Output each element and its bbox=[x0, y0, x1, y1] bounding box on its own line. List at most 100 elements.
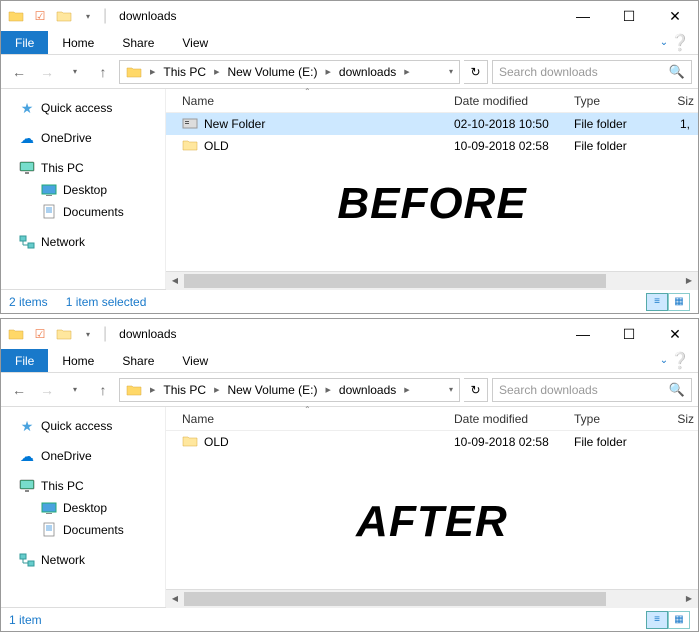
sidebar-item-desktop[interactable]: Desktop bbox=[1, 179, 165, 201]
column-header-size[interactable]: Siz bbox=[656, 412, 698, 426]
chevron-right-icon[interactable]: ▶ bbox=[210, 386, 223, 394]
file-row[interactable]: OLD 10-09-2018 02:58 File folder bbox=[166, 431, 698, 453]
back-button[interactable]: ← bbox=[7, 378, 31, 402]
sidebar-item-this-pc[interactable]: This PC bbox=[1, 475, 165, 497]
ribbon-tab-view[interactable]: View bbox=[168, 349, 222, 372]
sidebar-item-network[interactable]: Network bbox=[1, 231, 165, 253]
folder-icon bbox=[122, 61, 146, 83]
column-header-size[interactable]: Siz bbox=[656, 94, 698, 108]
breadcrumb-segment[interactable]: New Volume (E:) bbox=[223, 61, 321, 83]
breadcrumb[interactable]: ▶This PC ▶New Volume (E:) ▶downloads ▶▾ bbox=[119, 60, 460, 84]
horizontal-scrollbar[interactable]: ◀ ▶ bbox=[166, 271, 698, 289]
scroll-right-button[interactable]: ▶ bbox=[680, 272, 698, 290]
window-controls: — ☐ ✕ bbox=[560, 319, 698, 349]
ribbon-tab-share[interactable]: Share bbox=[108, 349, 168, 372]
chevron-right-icon[interactable]: ▶ bbox=[146, 386, 159, 394]
chevron-right-icon[interactable]: ▶ bbox=[400, 386, 413, 394]
titlebar: ☑ ▾ | downloads — ☐ ✕ bbox=[1, 319, 698, 349]
up-button[interactable]: ↑ bbox=[91, 378, 115, 402]
scroll-thumb[interactable] bbox=[184, 592, 606, 606]
ribbon-help[interactable]: ⌄ ❔ bbox=[652, 349, 698, 372]
file-row[interactable]: OLD 10-09-2018 02:58 File folder bbox=[166, 135, 698, 157]
folder-icon bbox=[122, 379, 146, 401]
breadcrumb-dropdown-icon[interactable]: ▾ bbox=[445, 385, 457, 394]
qat-properties-icon[interactable]: ☑ bbox=[29, 5, 51, 27]
recent-dropdown[interactable]: ▾ bbox=[63, 60, 87, 84]
sidebar-item-onedrive[interactable]: ☁ OneDrive bbox=[1, 127, 165, 149]
maximize-button[interactable]: ☐ bbox=[606, 319, 652, 349]
qat-properties-icon[interactable]: ☑ bbox=[29, 323, 51, 345]
details-view-button[interactable]: ≡ bbox=[646, 611, 668, 629]
file-name-cell: New Folder bbox=[166, 116, 446, 133]
sidebar-item-onedrive[interactable]: ☁ OneDrive bbox=[1, 445, 165, 467]
up-button[interactable]: ↑ bbox=[91, 60, 115, 84]
back-button[interactable]: ← bbox=[7, 60, 31, 84]
breadcrumb-dropdown-icon[interactable]: ▾ bbox=[445, 67, 457, 76]
sidebar-item-this-pc[interactable]: This PC bbox=[1, 157, 165, 179]
maximize-button[interactable]: ☐ bbox=[606, 1, 652, 31]
sidebar-item-label: Documents bbox=[63, 205, 124, 219]
scroll-thumb[interactable] bbox=[184, 274, 606, 288]
close-button[interactable]: ✕ bbox=[652, 1, 698, 31]
ribbon-tab-view[interactable]: View bbox=[168, 31, 222, 54]
doc-icon bbox=[41, 522, 57, 538]
search-input[interactable]: Search downloads 🔍 bbox=[492, 378, 692, 402]
chevron-right-icon[interactable]: ▶ bbox=[322, 68, 335, 76]
folder-icon bbox=[5, 323, 27, 345]
horizontal-scrollbar[interactable]: ◀ ▶ bbox=[166, 589, 698, 607]
ribbon-tab-share[interactable]: Share bbox=[108, 31, 168, 54]
qat-dropdown-icon[interactable]: ▾ bbox=[77, 323, 99, 345]
recent-dropdown[interactable]: ▾ bbox=[63, 378, 87, 402]
body: ★ Quick access ☁ OneDrive This PC Deskto… bbox=[1, 89, 698, 289]
minimize-button[interactable]: — bbox=[560, 319, 606, 349]
scroll-track[interactable] bbox=[184, 272, 680, 290]
body: ★ Quick access ☁ OneDrive This PC Deskto… bbox=[1, 407, 698, 607]
ribbon-help[interactable]: ⌄ ❔ bbox=[652, 31, 698, 54]
content-pane: ⌃ Name Date modified Type Siz OLD 10-09-… bbox=[166, 407, 698, 607]
details-view-button[interactable]: ≡ bbox=[646, 293, 668, 311]
column-header-type[interactable]: Type bbox=[566, 94, 656, 108]
navigation-pane: ★ Quick access ☁ OneDrive This PC Deskto… bbox=[1, 89, 166, 289]
scroll-left-button[interactable]: ◀ bbox=[166, 272, 184, 290]
search-input[interactable]: Search downloads 🔍 bbox=[492, 60, 692, 84]
chevron-right-icon[interactable]: ▶ bbox=[322, 386, 335, 394]
breadcrumb-segment[interactable]: downloads bbox=[335, 379, 400, 401]
chevron-right-icon[interactable]: ▶ bbox=[210, 68, 223, 76]
forward-button[interactable]: → bbox=[35, 60, 59, 84]
qat-dropdown-icon[interactable]: ▾ bbox=[77, 5, 99, 27]
qat-folder-icon[interactable] bbox=[53, 323, 75, 345]
ribbon-tab-file[interactable]: File bbox=[1, 31, 48, 54]
search-icon: 🔍 bbox=[669, 382, 685, 398]
ribbon-tab-file[interactable]: File bbox=[1, 349, 48, 372]
breadcrumb-segment[interactable]: downloads bbox=[335, 61, 400, 83]
column-header-type[interactable]: Type bbox=[566, 412, 656, 426]
ribbon-tab-home[interactable]: Home bbox=[48, 349, 108, 372]
forward-button[interactable]: → bbox=[35, 378, 59, 402]
breadcrumb-segment[interactable]: New Volume (E:) bbox=[223, 379, 321, 401]
navbar: ← → ▾ ↑ ▶This PC ▶New Volume (E:) ▶downl… bbox=[1, 55, 698, 89]
close-button[interactable]: ✕ bbox=[652, 319, 698, 349]
ribbon-tab-home[interactable]: Home bbox=[48, 31, 108, 54]
sidebar-item-desktop[interactable]: Desktop bbox=[1, 497, 165, 519]
qat-folder-icon[interactable] bbox=[53, 5, 75, 27]
sidebar-item-documents[interactable]: Documents bbox=[1, 519, 165, 541]
chevron-right-icon[interactable]: ▶ bbox=[400, 68, 413, 76]
chevron-right-icon[interactable]: ▶ bbox=[146, 68, 159, 76]
refresh-button[interactable]: ↻ bbox=[464, 378, 488, 402]
icons-view-button[interactable]: ▦ bbox=[668, 611, 690, 629]
minimize-button[interactable]: — bbox=[560, 1, 606, 31]
breadcrumb-segment[interactable]: This PC bbox=[159, 61, 210, 83]
sidebar-item-quick-access[interactable]: ★ Quick access bbox=[1, 415, 165, 437]
refresh-button[interactable]: ↻ bbox=[464, 60, 488, 84]
column-header-date[interactable]: Date modified bbox=[446, 94, 566, 108]
file-row[interactable]: New Folder 02-10-2018 10:50 File folder … bbox=[166, 113, 698, 135]
column-header-date[interactable]: Date modified bbox=[446, 412, 566, 426]
search-icon: 🔍 bbox=[669, 64, 685, 80]
sidebar-item-quick-access[interactable]: ★ Quick access bbox=[1, 97, 165, 119]
icons-view-button[interactable]: ▦ bbox=[668, 293, 690, 311]
sidebar-item-documents[interactable]: Documents bbox=[1, 201, 165, 223]
breadcrumb-segment[interactable]: This PC bbox=[159, 379, 210, 401]
column-headers: Name Date modified Type Siz bbox=[166, 407, 698, 431]
breadcrumb[interactable]: ▶This PC ▶New Volume (E:) ▶downloads ▶▾ bbox=[119, 378, 460, 402]
sidebar-item-network[interactable]: Network bbox=[1, 549, 165, 571]
